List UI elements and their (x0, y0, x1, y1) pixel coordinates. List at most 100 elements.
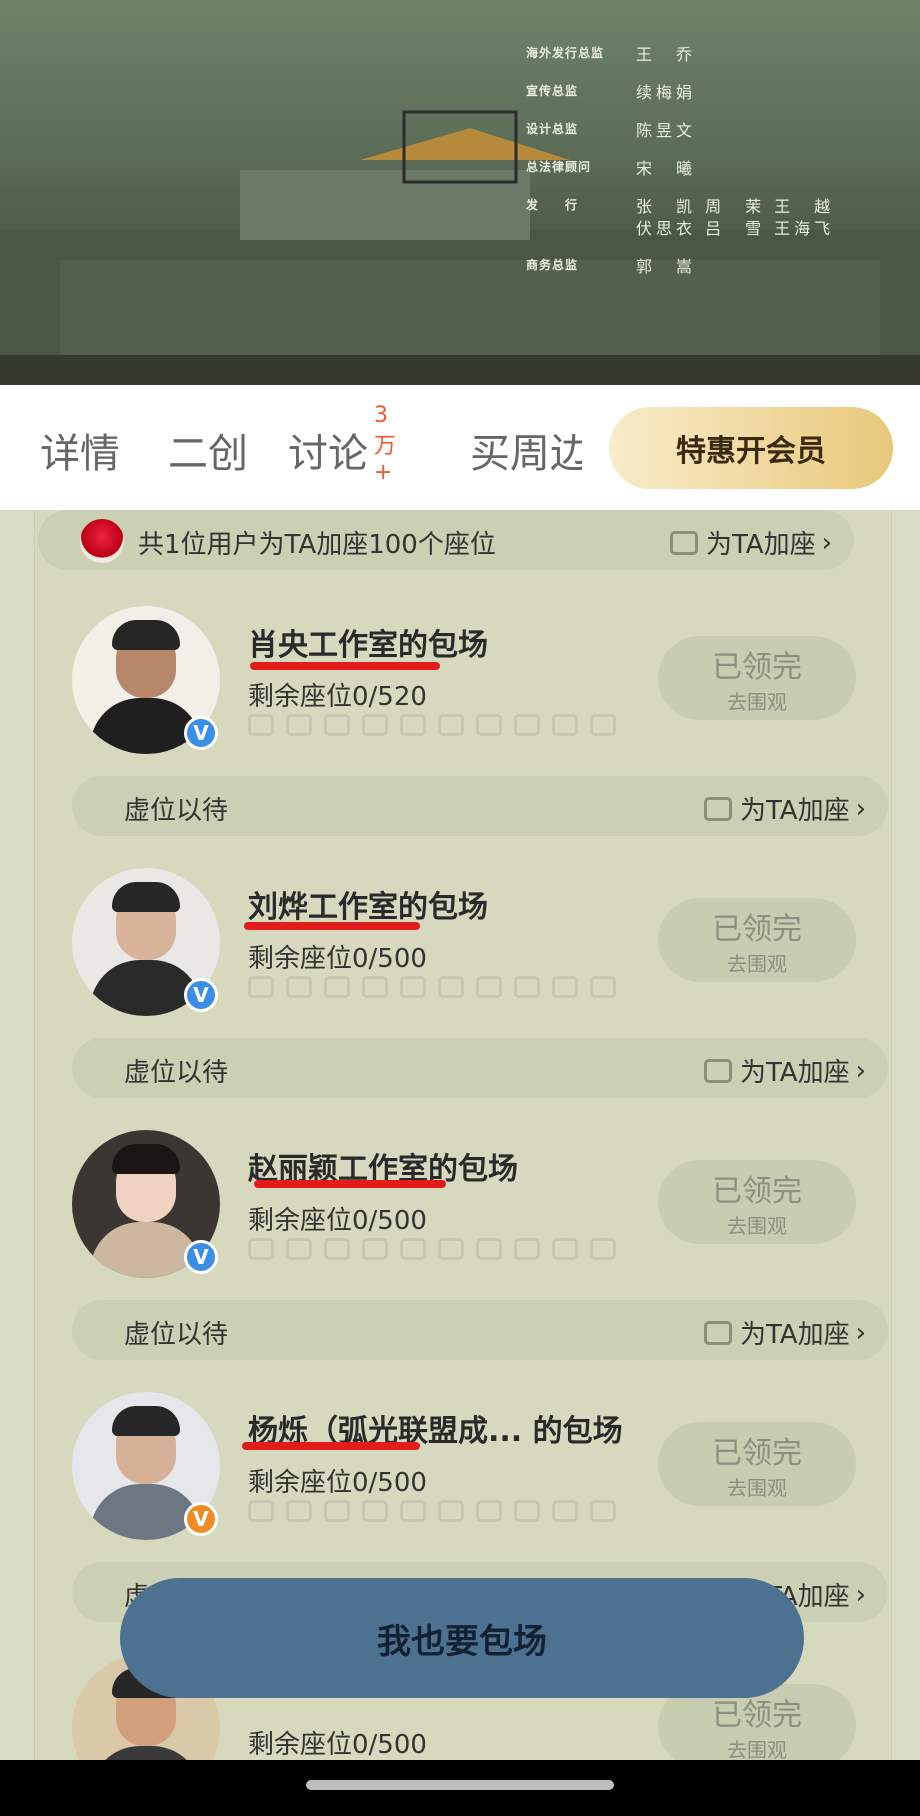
verified-badge-icon: V (184, 978, 218, 1012)
screening-card[interactable]: V 赵丽颖工作室的包场 剩余座位0/500 已领完 去围观 虚位以待 为TA加座… (34, 1130, 890, 1392)
watch-label: 去围观 (727, 1737, 787, 1761)
tab-details[interactable]: 详情 (40, 421, 120, 479)
credit-role: 海外发行总监 (526, 46, 605, 60)
claimed-button[interactable]: 已领完 去围观 (658, 1422, 856, 1506)
seat-icon (438, 1238, 464, 1260)
red-underline-annotation (242, 1442, 420, 1450)
vip-membership-button[interactable]: 特惠开会员 (609, 407, 893, 489)
seat-icon (324, 714, 350, 736)
verified-badge-icon: V (184, 1502, 218, 1536)
claimed-button[interactable]: 已领完 去围观 (658, 898, 856, 982)
claimed-label: 已领完 (712, 649, 802, 685)
verified-badge-icon: V (184, 1240, 218, 1274)
credit-role: 商务总监 (526, 258, 579, 272)
seat-icon (286, 714, 312, 736)
seat-icon (703, 1058, 732, 1083)
chevron-right-icon: › (821, 527, 832, 558)
discussion-count-badge: 3万+ (374, 403, 397, 485)
seat-icon (514, 1238, 540, 1260)
remaining-seats: 剩余座位0/500 (248, 944, 427, 974)
seat-icon (248, 714, 274, 736)
seat-icon (476, 1238, 502, 1260)
seat-icon (362, 1500, 388, 1522)
credits: 海外发行总监 王 乔 宣传总监 续梅娟 设计总监 陈昱文 总法律顾问 宋 曦 发 行 张 … (526, 44, 886, 294)
add-seat-button[interactable]: 为TA加座 › (703, 1052, 866, 1089)
avatar-figure (112, 1144, 180, 1174)
seat-summary-bar: 共1位用户为TA加座100个座位 为TA加座 › (38, 510, 854, 570)
vacant-seat-bar: 虚位以待 为TA加座 › (72, 1038, 888, 1098)
seat-icon (286, 1238, 312, 1260)
red-underline-annotation (244, 922, 420, 930)
avatar-figure (112, 620, 180, 650)
watch-label: 去围观 (727, 689, 787, 714)
seat-icon (552, 1500, 578, 1522)
vacant-seat-text: 虚位以待 (124, 1320, 229, 1350)
seat-icon (552, 1238, 578, 1260)
red-underline-annotation (250, 662, 440, 670)
tab-discussion[interactable]: 讨论 3万+ (288, 403, 396, 485)
seat-row (248, 976, 616, 998)
screening-card[interactable]: V 刘烨工作室的包场 剩余座位0/500 已领完 去围观 虚位以待 为TA加座 … (34, 868, 890, 1130)
home-gesture-handle[interactable] (306, 1780, 614, 1790)
claimed-button[interactable]: 已领完 去围观 (658, 636, 856, 720)
add-seat-label: 为TA加座 (739, 1320, 850, 1350)
red-underline-annotation (254, 1180, 446, 1188)
remaining-seats: 剩余座位0/500 (248, 1206, 427, 1236)
chevron-right-icon: › (855, 1317, 866, 1348)
credit-name: 宋 曦 (636, 159, 697, 178)
credit-name: 郭 嵩 (636, 257, 697, 276)
credit-row: 设计总监 陈昱文 (526, 120, 886, 158)
remaining-seats: 剩余座位0/500 (248, 1468, 427, 1498)
add-seat-button[interactable]: 为TA加座 › (703, 790, 866, 827)
vacant-seat-bar: 虚位以待 为TA加座 › (72, 1300, 888, 1360)
seat-icon (590, 1238, 616, 1260)
add-seat-label: 为TA加座 (739, 1058, 850, 1088)
seat-icon (400, 714, 426, 736)
credit-row: 宣传总监 续梅娟 (526, 82, 886, 120)
seat-icon (514, 976, 540, 998)
verified-badge-icon: V (184, 716, 218, 750)
system-navigation-bar (0, 1760, 920, 1816)
seat-icon (703, 1320, 732, 1345)
avatar-figure (112, 882, 180, 912)
tab-merch[interactable]: 买周边 (470, 421, 582, 479)
seat-icon (476, 976, 502, 998)
seat-icon (362, 976, 388, 998)
add-seat-button[interactable]: 为TA加座 › (703, 1314, 866, 1351)
book-screening-button[interactable]: 我也要包场 (120, 1578, 804, 1698)
seat-icon (669, 530, 698, 555)
seat-icon (400, 1500, 426, 1522)
tab-fan-creations[interactable]: 二创 (168, 421, 248, 479)
seat-icon (286, 1500, 312, 1522)
seat-icon (552, 714, 578, 736)
tab-bar: 详情 二创 讨论 3万+ 买周边 特惠开会员 (0, 385, 920, 510)
vacant-seat-text: 虚位以待 (124, 796, 229, 826)
credit-row: 商务总监 郭 嵩 (526, 256, 886, 294)
credit-name: 陈昱文 (636, 121, 697, 140)
seat-icon (590, 714, 616, 736)
seat-row (248, 714, 616, 736)
credit-role: 总法律顾问 (526, 160, 592, 174)
credit-name: 续梅娟 (636, 83, 697, 102)
tab-discussion-label: 讨论 (288, 431, 368, 477)
credit-role: 宣传总监 (526, 84, 579, 98)
seat-icon (476, 1500, 502, 1522)
seat-icon (438, 714, 464, 736)
seat-icon (590, 1500, 616, 1522)
seat-icon (438, 1500, 464, 1522)
claimed-button[interactable]: 已领完 去围观 (658, 1160, 856, 1244)
add-seat-button[interactable]: 为TA加座 › (669, 524, 832, 561)
seat-icon (248, 1500, 274, 1522)
seat-icon (438, 976, 464, 998)
video-banner[interactable]: 海外发行总监 王 乔 宣传总监 续梅娟 设计总监 陈昱文 总法律顾问 宋 曦 发 行 张 … (0, 0, 920, 385)
seat-icon (324, 1500, 350, 1522)
claimed-label: 已领完 (712, 911, 802, 947)
seat-icon (552, 976, 578, 998)
seat-icon (703, 796, 732, 821)
seat-row (248, 1238, 616, 1260)
chevron-right-icon: › (855, 1579, 866, 1610)
seat-icon (324, 976, 350, 998)
screening-card[interactable]: V 肖央工作室的包场 剩余座位0/520 已领完 去围观 虚位以待 为TA加座 … (34, 606, 890, 868)
credit-name: 王 乔 (636, 45, 697, 64)
seat-icon (324, 1238, 350, 1260)
